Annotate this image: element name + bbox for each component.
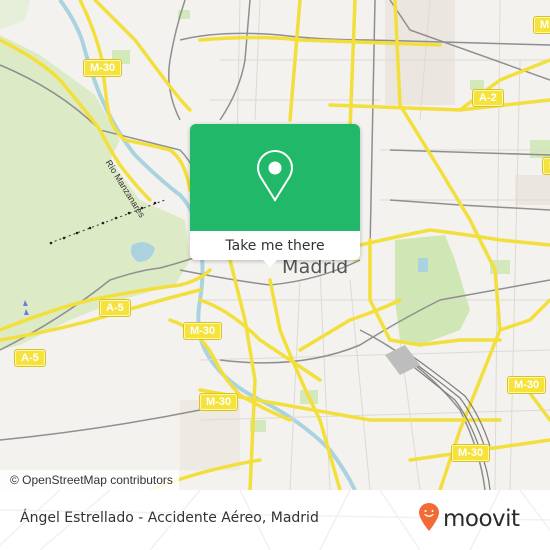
place-name: Ángel Estrellado - Accidente Aéreo, Madr… — [20, 510, 319, 526]
park-area — [395, 235, 470, 345]
road-shield-a5: A-5 — [99, 299, 131, 317]
road-shield-m30: M-30 — [506, 376, 547, 394]
take-me-there-button[interactable]: Take me there — [190, 231, 360, 260]
urban-block — [180, 400, 240, 470]
park-area — [0, 0, 30, 30]
moovit-logo[interactable]: moovit — [418, 502, 520, 536]
moovit-pin-icon — [418, 502, 440, 536]
road-shield-m30: M — [541, 157, 550, 175]
location-popup: Take me there — [190, 124, 360, 260]
map-attribution[interactable]: © OpenStreetMap contributors — [0, 470, 179, 490]
road-shield-m30: M-30 — [182, 322, 223, 340]
park-area — [470, 80, 484, 90]
popup-pointer — [262, 259, 278, 267]
road-shield-m30: M-30 — [198, 393, 239, 411]
road-shield-m30: M — [532, 16, 550, 34]
road-shield-a5: A-5 — [14, 349, 46, 367]
station-area — [385, 345, 420, 375]
road-shield-m30: M-30 — [82, 59, 123, 77]
popup-header — [190, 124, 360, 231]
footer-bar: Ángel Estrellado - Accidente Aéreo, Madr… — [0, 490, 550, 550]
lake — [418, 258, 428, 272]
road-shield-m30: M-30 — [450, 444, 491, 462]
road-shield-a2: A-2 — [472, 89, 504, 107]
location-pin-icon — [256, 149, 294, 207]
brand-name: moovit — [443, 506, 520, 532]
